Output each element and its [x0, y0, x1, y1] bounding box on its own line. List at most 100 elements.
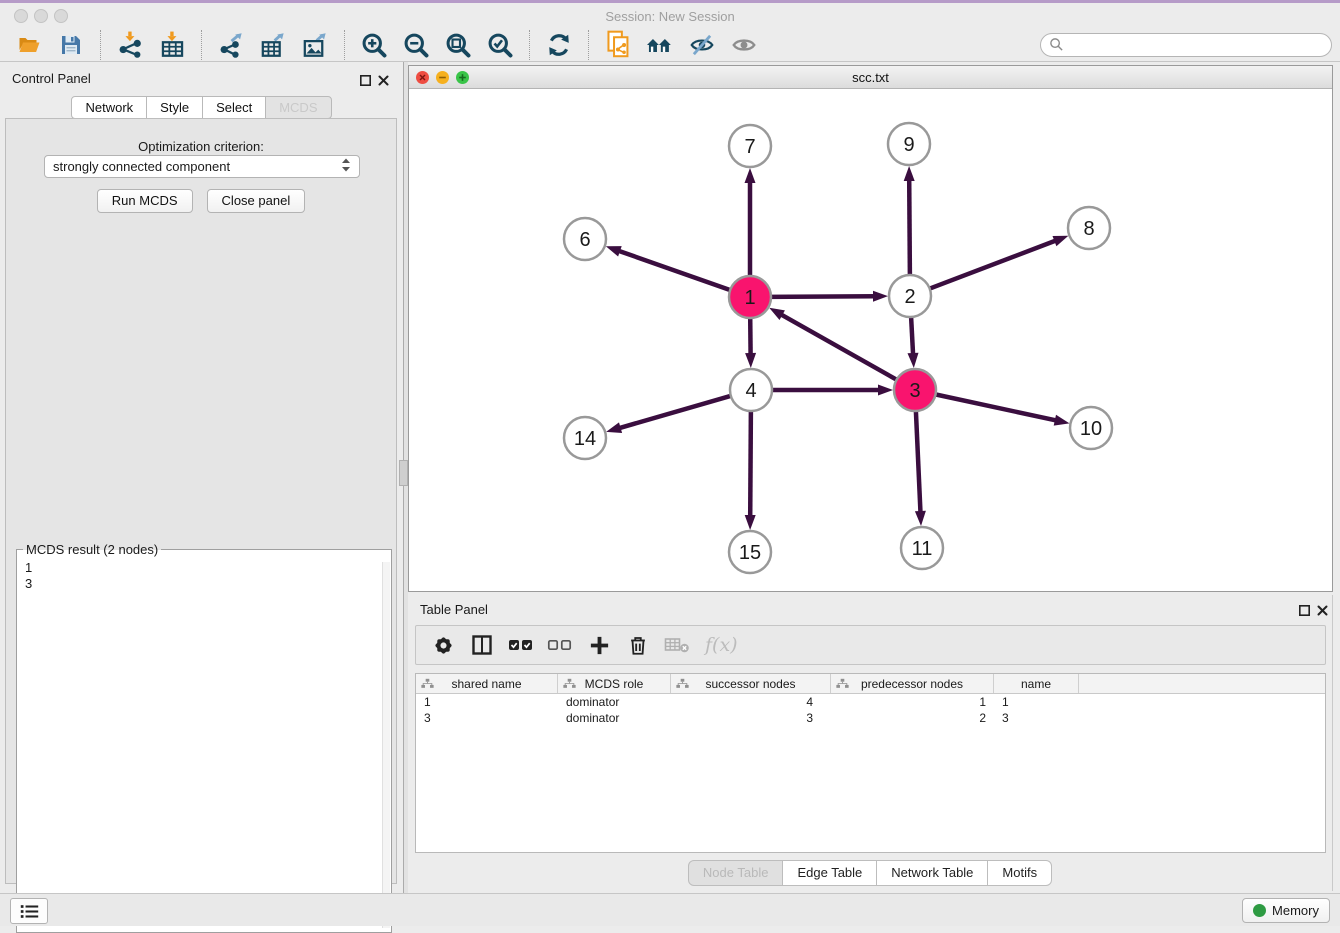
- graph-node-label: 11: [912, 538, 933, 560]
- tab-network[interactable]: Network: [71, 96, 147, 119]
- toolbar-separator: [529, 30, 530, 60]
- graph-node-8[interactable]: 8: [1068, 207, 1110, 249]
- edge-1-6[interactable]: [618, 251, 732, 291]
- edge-arrow-4-3: [878, 385, 893, 396]
- graph-node-label: 8: [1083, 218, 1094, 240]
- network-window-title: scc.txt: [409, 70, 1332, 85]
- table-panel-tabs: Node Table Edge Table Network Table Moti…: [408, 860, 1332, 886]
- tab-style[interactable]: Style: [146, 96, 203, 119]
- column-header-mcds-role[interactable]: MCDS role: [558, 674, 671, 693]
- float-table-panel-icon[interactable]: [1299, 603, 1310, 614]
- edge-4-15[interactable]: [750, 409, 751, 517]
- mcds-result-text[interactable]: 1 3: [25, 560, 32, 592]
- edge-3-10[interactable]: [934, 394, 1057, 421]
- edge-2-3[interactable]: [911, 315, 913, 355]
- column-header-shared-name[interactable]: shared name: [416, 674, 558, 693]
- criterion-select[interactable]: strongly connected component: [44, 155, 360, 178]
- column-header-predecessor-nodes[interactable]: predecessor nodes: [831, 674, 994, 693]
- close-table-panel-icon[interactable]: [1317, 603, 1328, 614]
- hierarchy-icon: [563, 678, 576, 689]
- edge-3-11[interactable]: [916, 409, 921, 513]
- tab-network-table[interactable]: Network Table: [876, 860, 988, 886]
- edge-4-14[interactable]: [619, 395, 733, 428]
- task-history-button[interactable]: [10, 898, 48, 924]
- close-panel-icon[interactable]: [378, 73, 389, 84]
- zoom-selected-icon[interactable]: [485, 31, 515, 59]
- save-session-icon[interactable]: [56, 31, 86, 59]
- open-session-icon[interactable]: [14, 31, 44, 59]
- import-network-from-file-icon[interactable]: [115, 31, 145, 59]
- import-table-from-file-icon[interactable]: [157, 31, 187, 59]
- run-mcds-button[interactable]: Run MCDS: [97, 189, 193, 213]
- column-header-name[interactable]: name: [994, 674, 1079, 693]
- table-panel: Table Panel f(x): [408, 595, 1333, 891]
- app-title: Session: New Session: [0, 9, 1340, 24]
- tab-select[interactable]: Select: [202, 96, 266, 119]
- column-header-successor-nodes[interactable]: successor nodes: [671, 674, 831, 693]
- graph-node-10[interactable]: 10: [1070, 407, 1112, 449]
- edge-2-8[interactable]: [928, 240, 1057, 289]
- table-toolbar: f(x): [415, 625, 1326, 665]
- graph-node-label: 6: [579, 229, 590, 251]
- memory-button[interactable]: Memory: [1242, 898, 1330, 923]
- tab-node-table[interactable]: Node Table: [688, 860, 784, 886]
- first-neighbors-icon[interactable]: [645, 31, 675, 59]
- graph-node-2[interactable]: 2: [889, 275, 931, 317]
- app-titlebar: Session: New Session: [0, 3, 1340, 28]
- edge-arrow-3-11: [915, 511, 926, 526]
- show-columns-icon[interactable]: [467, 630, 497, 660]
- select-all-rows-icon[interactable]: [506, 630, 536, 660]
- deselect-all-rows-icon[interactable]: [545, 630, 575, 660]
- graph-node-3[interactable]: 3: [894, 369, 936, 411]
- delete-row-icon[interactable]: [623, 630, 653, 660]
- tab-edge-table[interactable]: Edge Table: [782, 860, 877, 886]
- add-row-icon[interactable]: [584, 630, 614, 660]
- table-panel-title: Table Panel: [420, 602, 488, 617]
- graph-node-9[interactable]: 9: [888, 123, 930, 165]
- edge-3-1[interactable]: [781, 314, 899, 381]
- table-row[interactable]: 1dominator411: [416, 694, 1325, 710]
- export-network-icon[interactable]: [216, 31, 246, 59]
- settings-icon[interactable]: [428, 630, 458, 660]
- search-icon: [1049, 37, 1064, 52]
- search-input[interactable]: [1070, 37, 1323, 52]
- status-bar: Memory: [0, 893, 1340, 926]
- table-header-row: shared name MCDS role successor nodes pr…: [416, 674, 1325, 694]
- graph-node-14[interactable]: 14: [564, 417, 606, 459]
- graph-node-15[interactable]: 15: [729, 531, 771, 573]
- network-canvas[interactable]: 1 2 3 4 6 7 8 9 10 11 14 15: [409, 89, 1332, 591]
- close-panel-button[interactable]: Close panel: [207, 189, 306, 213]
- hide-selected-icon[interactable]: [687, 31, 717, 59]
- mcds-result-box: MCDS result (2 nodes) MCDS result (2 nod…: [16, 549, 392, 933]
- toolbar-separator: [201, 30, 202, 60]
- control-panel-header: Control Panel: [0, 62, 403, 92]
- toolbar-search[interactable]: [1040, 33, 1332, 57]
- table-row[interactable]: 3dominator323: [416, 710, 1325, 726]
- graph-node-7[interactable]: 7: [729, 125, 771, 167]
- criterion-selected-value: strongly connected component: [53, 159, 230, 174]
- graph-node-6[interactable]: 6: [564, 218, 606, 260]
- refresh-view-icon[interactable]: [544, 31, 574, 59]
- edge-arrow-3-10: [1054, 415, 1070, 426]
- graph-node-11[interactable]: 11: [901, 527, 943, 569]
- edge-1-2[interactable]: [769, 296, 875, 297]
- float-panel-icon[interactable]: [360, 73, 371, 84]
- result-scrollbar[interactable]: [382, 562, 390, 928]
- export-table-icon[interactable]: [258, 31, 288, 59]
- graph-node-1[interactable]: 1: [729, 276, 771, 318]
- edge-arrow-1-4: [745, 353, 756, 368]
- splitter-handle[interactable]: [399, 460, 408, 486]
- zoom-fit-content-icon[interactable]: [443, 31, 473, 59]
- show-all-icon[interactable]: [729, 31, 759, 59]
- new-network-from-selection-icon[interactable]: [603, 31, 633, 59]
- tab-motifs[interactable]: Motifs: [987, 860, 1052, 886]
- table-cell: 1: [416, 695, 558, 709]
- edge-2-9[interactable]: [909, 179, 910, 277]
- zoom-in-icon[interactable]: [359, 31, 389, 59]
- tab-mcds[interactable]: MCDS: [265, 96, 331, 119]
- graph-node-4[interactable]: 4: [730, 369, 772, 411]
- zoom-out-icon[interactable]: [401, 31, 431, 59]
- delete-table-icon: [662, 630, 692, 660]
- export-image-icon[interactable]: [300, 31, 330, 59]
- hierarchy-icon: [676, 678, 689, 689]
